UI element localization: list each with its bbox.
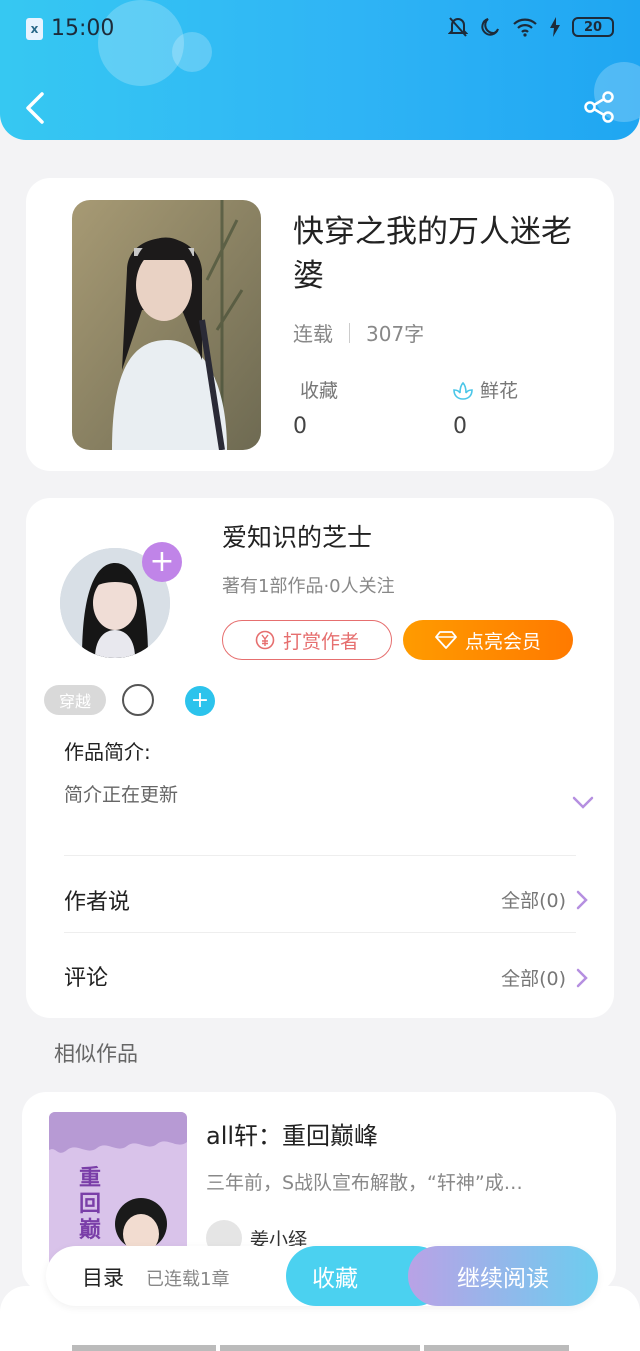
sim-icon: x — [26, 17, 43, 40]
author-says-count: 全部(0) — [501, 890, 566, 912]
book-info-card: 快穿之我的万人迷老婆 连载 307字 收藏 0 鲜花 0 — [26, 178, 614, 471]
author-says-link[interactable]: 全部(0) — [501, 886, 588, 913]
book-status-line: 连载 307字 — [293, 318, 424, 347]
book-cover[interactable] — [72, 200, 261, 450]
divider — [64, 855, 576, 856]
similar-section-title: 相似作品 — [54, 1042, 138, 1066]
chevron-down-icon — [572, 796, 594, 809]
collect-stat-label: 收藏 — [300, 376, 338, 403]
collect-label: 收藏 — [300, 380, 339, 402]
intro-title: 作品简介: — [64, 740, 151, 764]
divider — [349, 322, 350, 343]
moon-icon — [481, 18, 499, 36]
flower-icon — [453, 381, 473, 400]
status-bar: x 15:00 20 — [0, 0, 640, 58]
follow-author-button[interactable]: + — [142, 542, 182, 582]
flower-stat-label[interactable]: 鲜花 — [452, 376, 518, 403]
bottom-handle — [424, 1345, 569, 1351]
author-says-label: 作者说 — [64, 890, 131, 915]
wifi-icon — [513, 18, 537, 37]
flower-label: 鲜花 — [480, 380, 519, 402]
tip-author-button[interactable]: 打赏作者 — [222, 620, 392, 660]
author-meta: 著有1部作品·0人关注 — [222, 576, 395, 597]
bottom-handle — [72, 1345, 216, 1351]
author-card: + 爱知识的芝士 著有1部作品·0人关注 打赏作者 点亮会员 穿越 + 作品简介… — [26, 498, 614, 1018]
mute-bell-icon — [448, 17, 468, 37]
genre-tag[interactable]: 穿越 — [44, 685, 106, 715]
share-button[interactable] — [582, 90, 616, 124]
share-icon — [584, 91, 614, 123]
diamond-icon — [435, 631, 457, 649]
similar-book-title: all轩：重回巅峰 — [206, 1122, 379, 1150]
vip-button[interactable]: 点亮会员 — [403, 620, 573, 660]
continue-reading-label: 继续阅读 — [457, 1266, 549, 1292]
clock: 15:00 — [51, 16, 115, 41]
empty-tag-slot[interactable] — [122, 684, 154, 716]
back-arrow-icon — [26, 92, 44, 124]
toc-button[interactable]: 目录 — [82, 1262, 124, 1292]
comments-link[interactable]: 全部(0) — [501, 964, 588, 991]
chapter-count: 已连载1章 — [146, 1269, 230, 1290]
charging-icon — [550, 17, 560, 37]
header-bar: x 15:00 20 — [0, 0, 640, 140]
back-button[interactable] — [20, 88, 52, 128]
similar-cover-title: 重回巅 — [79, 1166, 102, 1243]
expand-intro-button[interactable] — [570, 792, 596, 812]
intro-text: 简介正在更新 — [64, 784, 179, 806]
word-count: 307字 — [366, 322, 425, 346]
flower-count: 0 — [453, 414, 467, 439]
collect-count: 0 — [293, 414, 307, 439]
bottom-action-bar: 目录 已连载1章 收藏 继续阅读 — [46, 1246, 598, 1306]
similar-book-desc: 三年前，S战队宣布解散，“轩神”成… — [206, 1172, 523, 1194]
coin-yen-icon — [255, 630, 275, 650]
battery-icon: 20 — [572, 17, 614, 37]
divider — [64, 932, 576, 933]
chevron-right-icon — [576, 890, 588, 909]
vip-label: 点亮会员 — [464, 630, 541, 653]
bottom-handle — [220, 1345, 420, 1351]
add-tag-button[interactable]: + — [185, 686, 215, 716]
book-title: 快穿之我的万人迷老婆 — [293, 214, 572, 294]
author-name[interactable]: 爱知识的芝士 — [222, 518, 372, 554]
serial-status: 连载 — [293, 322, 333, 346]
tip-author-label: 打赏作者 — [282, 630, 359, 653]
continue-reading-button[interactable]: 继续阅读 — [408, 1246, 598, 1306]
comments-count: 全部(0) — [501, 968, 566, 990]
collect-button-label: 收藏 — [312, 1266, 358, 1292]
chevron-right-icon — [576, 968, 588, 987]
comments-label: 评论 — [64, 966, 109, 991]
